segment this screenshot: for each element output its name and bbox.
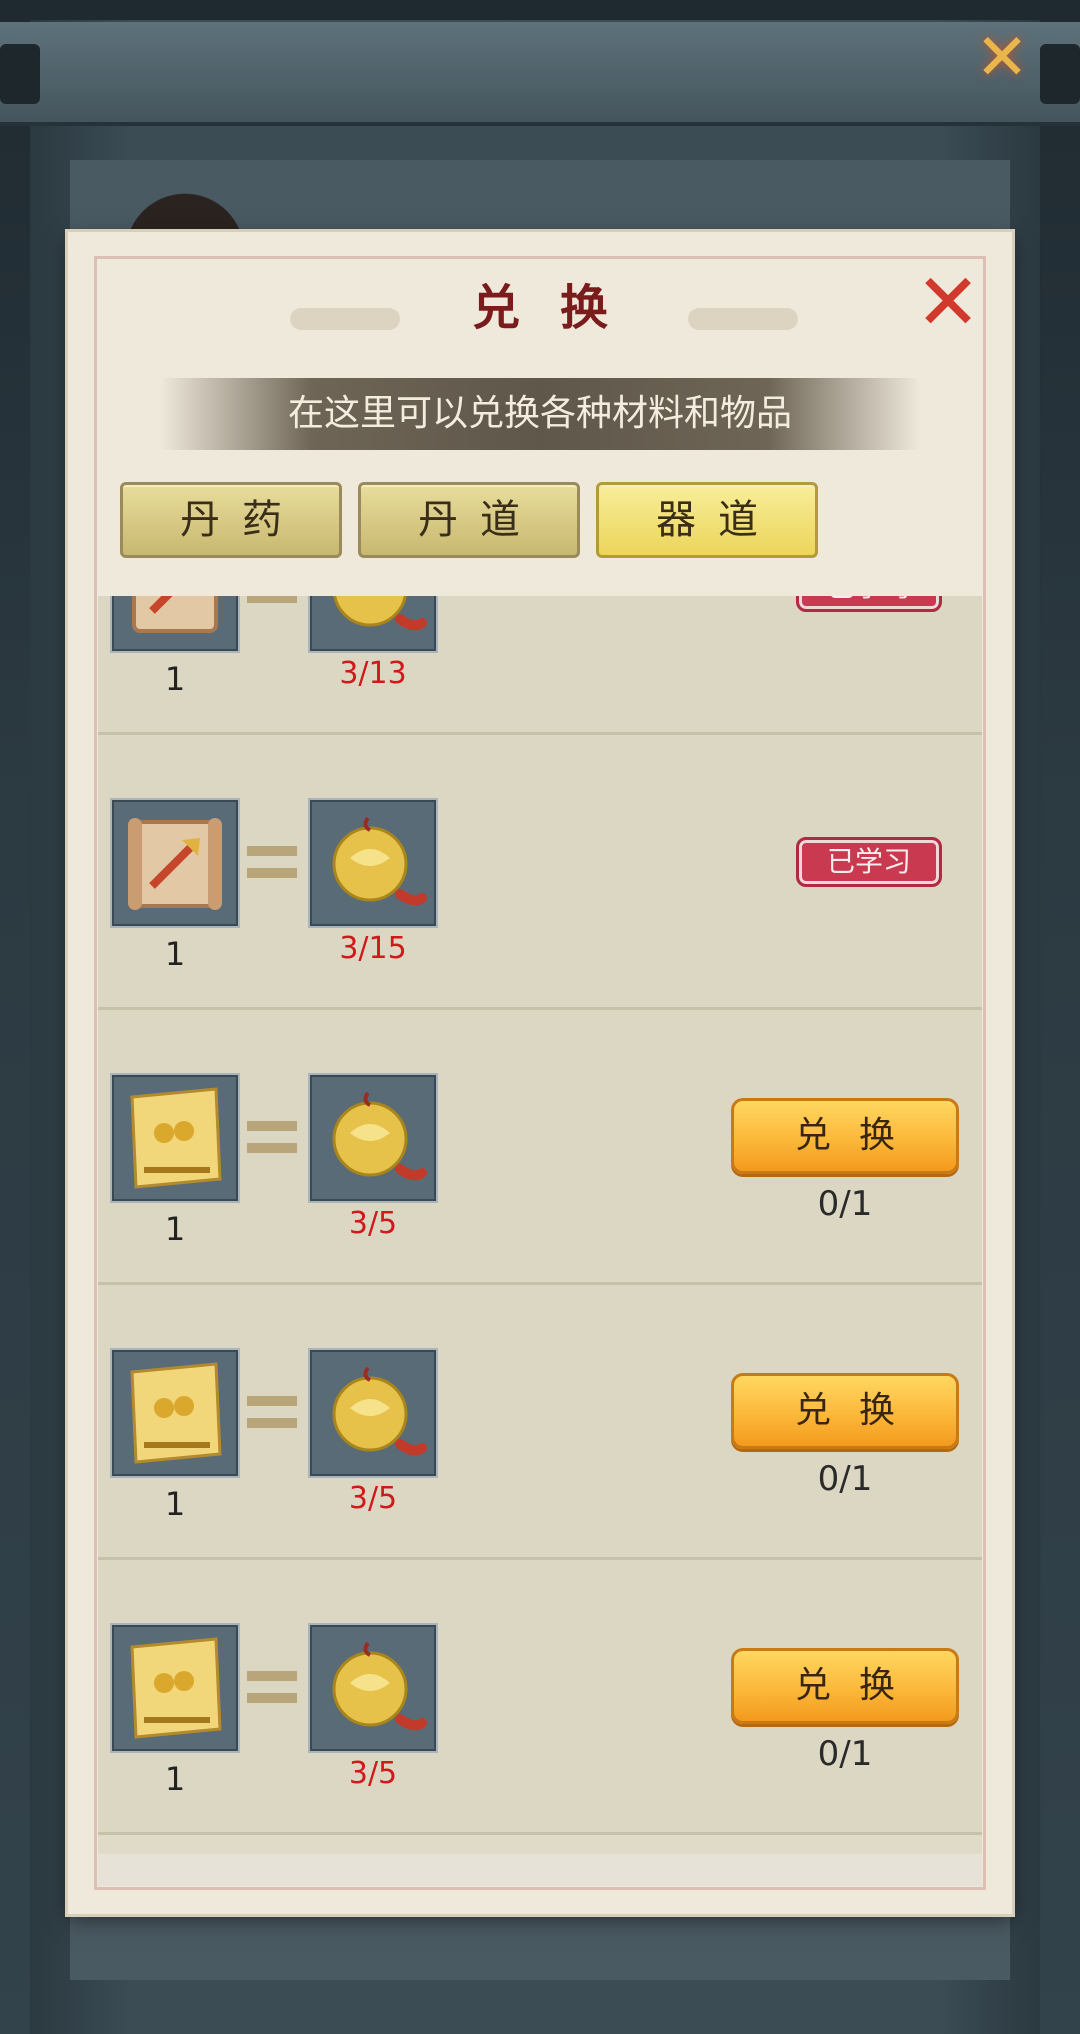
gold-jade-pendant-icon[interactable] xyxy=(308,1623,438,1753)
tab-crafting[interactable]: 器道 xyxy=(596,482,818,558)
tab-pills[interactable]: 丹药 xyxy=(120,482,342,558)
cost-progress: 3/15 xyxy=(339,931,407,966)
exchange-limit: 0/1 xyxy=(817,1734,873,1774)
dialog-subtitle: 在这里可以兑换各种材料和物品 xyxy=(160,378,920,450)
input-quantity: 1 xyxy=(164,660,186,698)
exchange-row: 1 3/5 兑换 0/1 xyxy=(98,1285,982,1560)
input-quantity: 1 xyxy=(164,1485,186,1523)
weapon-scroll-icon[interactable] xyxy=(110,798,240,928)
golden-scroll-icon[interactable] xyxy=(110,1623,240,1753)
golden-scroll-icon[interactable] xyxy=(110,1348,240,1478)
equals-icon xyxy=(247,846,297,880)
weapon-scroll-icon[interactable] xyxy=(110,596,240,653)
exchange-row: 1 3/5 兑换 0/1 xyxy=(98,1010,982,1285)
equals-icon xyxy=(247,596,297,605)
exchange-button[interactable]: 兑换 xyxy=(731,1098,959,1174)
exchange-limit: 0/1 xyxy=(817,1459,873,1499)
cost-progress: 3/5 xyxy=(348,1481,398,1516)
close-icon[interactable]: ✕ xyxy=(913,264,983,342)
exchange-dialog: 兑换 ✕ 在这里可以兑换各种材料和物品 丹药 丹道 器道 1 3/13 1 3/… xyxy=(68,232,1012,1914)
cost-progress: 3/5 xyxy=(348,1206,398,1241)
tab-alchemy[interactable]: 丹道 xyxy=(358,482,580,558)
scroll-rod-end-left xyxy=(0,44,40,104)
gold-jade-pendant-icon[interactable] xyxy=(308,1073,438,1203)
gold-jade-pendant-icon[interactable] xyxy=(308,596,438,653)
background-close-icon[interactable]: ✕ xyxy=(974,26,1030,90)
exchange-button[interactable]: 兑换 xyxy=(731,1373,959,1449)
input-quantity: 1 xyxy=(164,935,186,973)
exchange-list[interactable]: 1 3/13 已学习 xyxy=(98,596,982,1854)
gold-jade-pendant-icon[interactable] xyxy=(308,798,438,928)
exchange-limit: 0/1 xyxy=(817,1184,873,1224)
category-tabs: 丹药 丹道 器道 xyxy=(120,482,818,558)
exchange-row: 1 3/13 已学习 xyxy=(98,596,982,735)
equals-icon xyxy=(247,1671,297,1705)
learned-badge: 已学习 xyxy=(796,837,942,887)
exchange-row: 1 3/5 兑换 0/1 xyxy=(98,1560,982,1835)
cost-progress: 3/13 xyxy=(339,656,407,691)
input-quantity: 1 xyxy=(164,1760,186,1798)
list-footer xyxy=(98,1854,982,1886)
gold-jade-pendant-icon[interactable] xyxy=(308,1348,438,1478)
golden-scroll-icon[interactable] xyxy=(110,1073,240,1203)
exchange-row: 1 3/15 已学习 xyxy=(98,735,982,1010)
exchange-button[interactable]: 兑换 xyxy=(731,1648,959,1724)
scroll-rod-end-right xyxy=(1040,44,1080,104)
cost-progress: 3/5 xyxy=(348,1756,398,1791)
learned-badge: 已学习 xyxy=(796,596,942,612)
equals-icon xyxy=(247,1121,297,1155)
equals-icon xyxy=(247,1396,297,1430)
background-scroll-rod xyxy=(0,22,1080,126)
dialog-title: 兑换 xyxy=(471,280,648,336)
input-quantity: 1 xyxy=(164,1210,186,1248)
